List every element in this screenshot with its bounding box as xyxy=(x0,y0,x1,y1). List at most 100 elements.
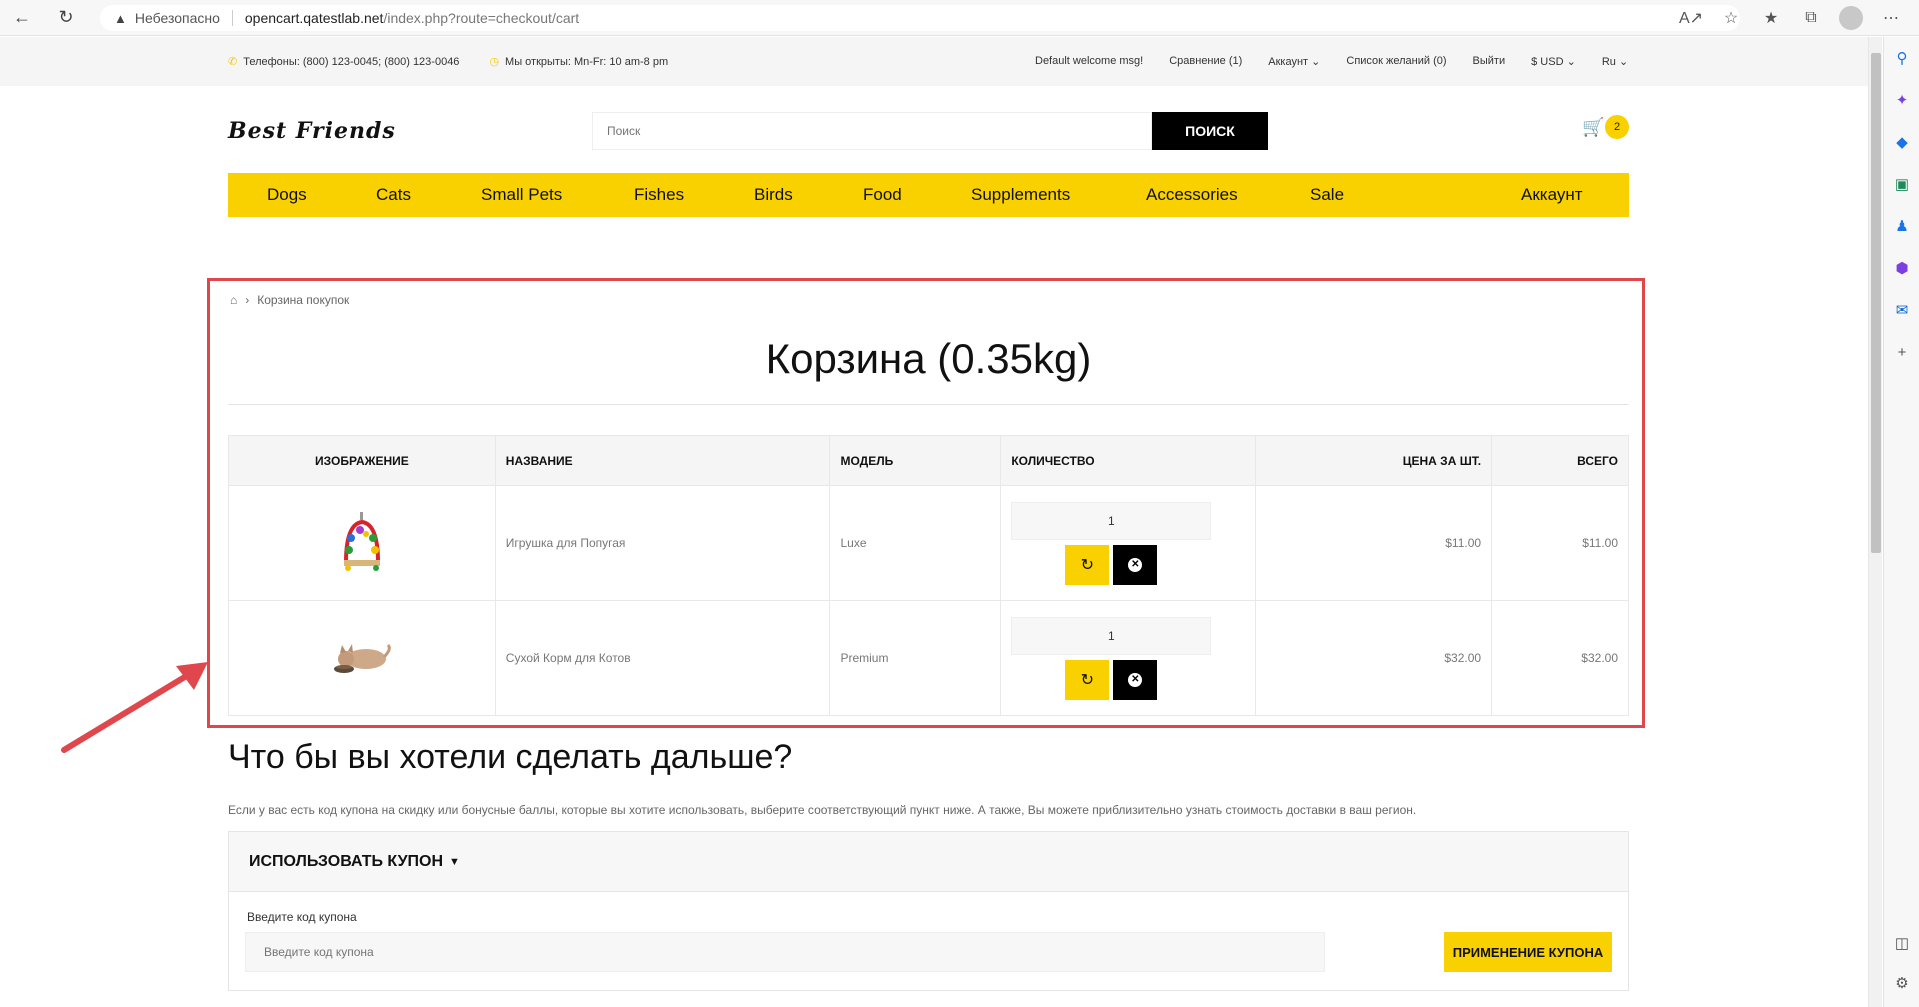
wishlist-link[interactable]: Список желаний (0) xyxy=(1346,55,1446,68)
search-button[interactable]: ПОИСК xyxy=(1152,112,1268,150)
games-icon[interactable]: ♟ xyxy=(1884,205,1919,247)
nav-item-dogs[interactable]: Dogs xyxy=(267,185,307,205)
favorites-icon[interactable]: ★ xyxy=(1757,4,1785,32)
welcome-text: Default welcome msg! xyxy=(1035,55,1144,67)
more-menu-icon[interactable]: ⋯ xyxy=(1877,4,1905,32)
copilot-icon[interactable]: ✦ xyxy=(1884,79,1919,121)
refresh-icon: ↻ xyxy=(1080,671,1095,689)
shopping-tag-icon[interactable]: ◆ xyxy=(1884,121,1919,163)
coupon-heading: ИСПОЛЬЗОВАТЬ КУПОН xyxy=(249,852,444,870)
nav-item-supplements[interactable]: Supplements xyxy=(971,185,1070,205)
apply-coupon-button[interactable]: ПРИМЕНЕНИЕ КУПОНА xyxy=(1444,932,1612,972)
quantity-input[interactable]: 1 xyxy=(1011,616,1212,655)
settings-icon[interactable]: ⚙ xyxy=(1884,962,1919,1004)
nav-item-accessories[interactable]: Accessories xyxy=(1146,185,1238,205)
close-icon: ✕ xyxy=(1128,557,1143,572)
coupon-label: Введите код купона xyxy=(247,910,357,924)
coupon-panel-header[interactable]: ИСПОЛЬЗОВАТЬ КУПОН ▼ xyxy=(229,832,1628,892)
next-steps-description: Если у вас есть код купона на скидку или… xyxy=(228,803,1417,817)
url-host: opencart.qatestlab.net xyxy=(244,10,384,26)
currency-label: $ USD xyxy=(1531,56,1564,68)
nav-item-account[interactable]: Аккаунт xyxy=(1521,185,1583,205)
parrot-toy-image[interactable] xyxy=(340,511,384,572)
page-title: Корзина (0.35kg) xyxy=(765,335,1092,382)
unit-price: $32.00 xyxy=(1255,600,1493,716)
quantity-actions: ↻ ✕ xyxy=(1065,659,1245,700)
quantity-cell: 1 ↻ ✕ xyxy=(1000,600,1257,716)
compare-link[interactable]: Сравнение (1) xyxy=(1169,55,1242,68)
back-button[interactable]: ← xyxy=(8,4,36,32)
breadcrumb: ⌂ › Корзина покупок xyxy=(230,293,349,307)
search-icon[interactable]: ⚲ xyxy=(1884,37,1919,79)
remove-button[interactable]: ✕ xyxy=(1113,659,1158,700)
product-image-cell xyxy=(228,485,496,601)
next-steps-title: Что бы вы хотели сделать дальше? xyxy=(228,738,793,776)
browser-toolbar: ← ↻ ▲ Небезопасно opencart.qatestlab.net… xyxy=(0,0,1919,36)
tools-icon[interactable]: ▣ xyxy=(1884,163,1919,205)
product-name-link[interactable]: Игрушка для Попугая xyxy=(494,485,831,601)
currency-dropdown[interactable]: $ USD ⌄ xyxy=(1531,55,1576,68)
cart-table: Изображение Название Модель Количество Ц… xyxy=(228,435,1629,716)
collections-icon[interactable]: ⧉ xyxy=(1797,4,1825,32)
refresh-button[interactable]: ↻ xyxy=(1065,659,1110,700)
product-name-link[interactable]: Сухой Корм для Котов xyxy=(494,600,831,716)
add-icon[interactable]: + xyxy=(1884,331,1919,373)
chevron-down-icon: ⌄ xyxy=(1566,56,1576,68)
account-dropdown[interactable]: Аккаунт ⌄ xyxy=(1268,55,1320,68)
scrollbar-thumb[interactable] xyxy=(1871,53,1881,553)
address-bar[interactable]: ▲ Небезопасно opencart.qatestlab.net/ind… xyxy=(100,5,1740,31)
phones-info: ✆ Телефоны: (800) 123-0045; (800) 123-004… xyxy=(228,55,459,68)
nav-item-cats[interactable]: Cats xyxy=(376,185,411,205)
cat-food-image[interactable] xyxy=(332,637,392,677)
add-favorite-icon[interactable]: ☆ xyxy=(1717,4,1745,32)
breadcrumb-current[interactable]: Корзина покупок xyxy=(257,293,349,307)
phones-text: Телефоны: (800) 123-0045; (800) 123-0046 xyxy=(243,56,460,68)
nav-item-fishes[interactable]: Fishes xyxy=(634,185,684,205)
table-header-row: Изображение Название Модель Количество Ц… xyxy=(228,435,1629,486)
language-dropdown[interactable]: Ru ⌄ xyxy=(1602,55,1628,68)
divider xyxy=(231,10,233,26)
home-icon[interactable]: ⌂ xyxy=(230,293,237,307)
refresh-button[interactable]: ↻ xyxy=(1065,544,1110,585)
breadcrumb-separator: › xyxy=(245,293,250,307)
unit-price: $11.00 xyxy=(1255,485,1493,601)
title-divider xyxy=(228,404,1629,405)
site-logo[interactable]: Best Friends xyxy=(228,118,396,144)
remove-button[interactable]: ✕ xyxy=(1113,544,1158,585)
product-model: Luxe xyxy=(829,485,1002,601)
split-screen-icon[interactable]: ◫ xyxy=(1884,922,1919,964)
quantity-cell: 1 ↻ ✕ xyxy=(1000,485,1257,601)
col-header-model: Модель xyxy=(829,435,1002,486)
nav-item-small-pets[interactable]: Small Pets xyxy=(481,185,562,205)
search-input[interactable] xyxy=(592,112,1152,150)
col-header-quantity: Количество xyxy=(1000,435,1257,486)
phone-icon: ✆ xyxy=(228,56,238,68)
cart-count-badge[interactable]: 2 xyxy=(1605,115,1629,139)
coupon-input[interactable] xyxy=(245,932,1325,972)
nav-item-food[interactable]: Food xyxy=(863,185,902,205)
warning-icon: ▲ xyxy=(114,10,127,26)
outlook-icon[interactable]: ✉ xyxy=(1884,289,1919,331)
quantity-input[interactable]: 1 xyxy=(1011,501,1212,540)
browser-actions: A↗ ☆ ★ ⧉ ⋯ xyxy=(1677,4,1919,32)
nav-item-birds[interactable]: Birds xyxy=(754,185,793,205)
language-label: Ru xyxy=(1601,56,1616,68)
hours-text: Мы открыты: Mn-Fr: 10 am-8 pm xyxy=(505,56,669,68)
product-image-cell xyxy=(228,600,496,716)
nav-item-sale[interactable]: Sale xyxy=(1310,185,1344,205)
col-header-total: Всего xyxy=(1491,435,1629,486)
logout-link[interactable]: Выйти xyxy=(1473,55,1506,68)
url-path: /index.php?route=checkout/cart xyxy=(383,10,580,26)
table-row: Игрушка для Попугая Luxe 1 ↻ ✕ $11.00 $1… xyxy=(228,485,1629,601)
page-scrollbar[interactable] xyxy=(1868,37,1882,1007)
table-row: Сухой Корм для Котов Premium 1 ↻ ✕ $32.0… xyxy=(228,600,1629,716)
office-icon[interactable]: ⬢ xyxy=(1884,247,1919,289)
read-aloud-icon[interactable]: A↗ xyxy=(1677,4,1705,32)
main-navigation: Dogs Cats Small Pets Fishes Birds Food S… xyxy=(228,173,1629,217)
refresh-icon: ↻ xyxy=(1080,556,1095,574)
cart-icon[interactable]: 🛒 xyxy=(1582,117,1604,138)
reload-button[interactable]: ↻ xyxy=(52,4,80,32)
profile-avatar[interactable] xyxy=(1837,4,1865,32)
hours-info: ◷ Мы открыты: Mn-Fr: 10 am-8 pm xyxy=(489,55,668,68)
row-total: $32.00 xyxy=(1491,600,1629,716)
